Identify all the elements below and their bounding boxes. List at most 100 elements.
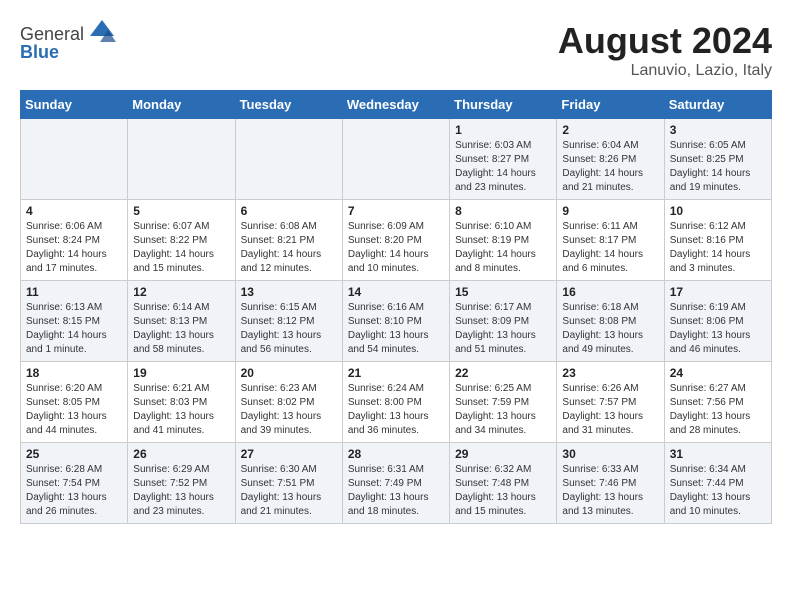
day-info: Sunrise: 6:15 AM Sunset: 8:12 PM Dayligh… — [241, 301, 337, 357]
month-year-title: August 2024 — [558, 20, 772, 62]
calendar-cell: 24 Sunrise: 6:27 AM Sunset: 7:56 PM Dayli… — [664, 362, 771, 443]
weekday-header-wednesday: Wednesday — [342, 91, 449, 119]
day-number: 14 — [348, 285, 444, 299]
weekday-header-monday: Monday — [128, 91, 235, 119]
calendar-cell: 6 Sunrise: 6:08 AM Sunset: 8:21 PM Daylig… — [235, 200, 342, 281]
calendar-cell: 13 Sunrise: 6:15 AM Sunset: 8:12 PM Dayli… — [235, 281, 342, 362]
day-info: Sunrise: 6:21 AM Sunset: 8:03 PM Dayligh… — [133, 382, 229, 438]
calendar-cell: 11 Sunrise: 6:13 AM Sunset: 8:15 PM Dayli… — [21, 281, 128, 362]
day-number: 20 — [241, 366, 337, 380]
day-number: 27 — [241, 447, 337, 461]
day-info: Sunrise: 6:30 AM Sunset: 7:51 PM Dayligh… — [241, 463, 337, 519]
day-number: 30 — [562, 447, 658, 461]
day-number: 1 — [455, 123, 551, 137]
calendar-cell: 3 Sunrise: 6:05 AM Sunset: 8:25 PM Daylig… — [664, 119, 771, 200]
calendar-cell — [21, 119, 128, 200]
calendar-cell: 21Sunrise: 6:24 AM Sunset: 8:00 PM Dayli… — [342, 362, 449, 443]
day-number: 11 — [26, 285, 122, 299]
day-number: 3 — [670, 123, 766, 137]
day-number: 23 — [562, 366, 658, 380]
day-number: 10 — [670, 204, 766, 218]
day-info: Sunrise: 6:19 AM Sunset: 8:06 PM Dayligh… — [670, 301, 766, 357]
day-info: Sunrise: 6:28 AM Sunset: 7:54 PM Dayligh… — [26, 463, 122, 519]
day-info: Sunrise: 6:07 AM Sunset: 8:22 PM Dayligh… — [133, 220, 229, 276]
day-number: 8 — [455, 204, 551, 218]
calendar-cell: 20 Sunrise: 6:23 AM Sunset: 8:02 PM Dayli… — [235, 362, 342, 443]
calendar-cell: 31Sunrise: 6:34 AM Sunset: 7:44 PM Dayli… — [664, 443, 771, 524]
day-number: 18 — [26, 366, 122, 380]
calendar-cell: 19Sunrise: 6:21 AM Sunset: 8:03 PM Dayli… — [128, 362, 235, 443]
calendar-cell: 29 Sunrise: 6:32 AM Sunset: 7:48 PM Dayli… — [450, 443, 557, 524]
day-info: Sunrise: 6:05 AM Sunset: 8:25 PM Dayligh… — [670, 139, 766, 195]
day-info: Sunrise: 6:04 AM Sunset: 8:26 PM Dayligh… — [562, 139, 658, 195]
day-number: 2 — [562, 123, 658, 137]
day-info: Sunrise: 6:20 AM Sunset: 8:05 PM Dayligh… — [26, 382, 122, 438]
weekday-header-thursday: Thursday — [450, 91, 557, 119]
day-info: Sunrise: 6:33 AM Sunset: 7:46 PM Dayligh… — [562, 463, 658, 519]
calendar-cell — [128, 119, 235, 200]
calendar-cell: 2 Sunrise: 6:04 AM Sunset: 8:26 PM Daylig… — [557, 119, 664, 200]
logo: General Blue — [20, 20, 118, 63]
day-info: Sunrise: 6:03 AM Sunset: 8:27 PM Dayligh… — [455, 139, 551, 195]
day-info: Sunrise: 6:23 AM Sunset: 8:02 PM Dayligh… — [241, 382, 337, 438]
day-number: 12 — [133, 285, 229, 299]
day-number: 13 — [241, 285, 337, 299]
calendar-cell: 30 Sunrise: 6:33 AM Sunset: 7:46 PM Dayli… — [557, 443, 664, 524]
week-row-1: 1 Sunrise: 6:03 AM Sunset: 8:27 PM Daylig… — [21, 119, 772, 200]
calendar-cell: 16 Sunrise: 6:18 AM Sunset: 8:08 PM Dayli… — [557, 281, 664, 362]
week-row-5: 25 Sunrise: 6:28 AM Sunset: 7:54 PM Dayli… — [21, 443, 772, 524]
day-info: Sunrise: 6:17 AM Sunset: 8:09 PM Dayligh… — [455, 301, 551, 357]
day-info: Sunrise: 6:10 AM Sunset: 8:19 PM Dayligh… — [455, 220, 551, 276]
week-row-4: 18 Sunrise: 6:20 AM Sunset: 8:05 PM Dayli… — [21, 362, 772, 443]
day-info: Sunrise: 6:29 AM Sunset: 7:52 PM Dayligh… — [133, 463, 229, 519]
calendar-cell: 17 Sunrise: 6:19 AM Sunset: 8:06 PM Dayli… — [664, 281, 771, 362]
day-number: 24 — [670, 366, 766, 380]
calendar-cell — [235, 119, 342, 200]
day-number: 25 — [26, 447, 122, 461]
title-block: August 2024 Lanuvio, Lazio, Italy — [558, 20, 772, 80]
logo-blue-text: Blue — [20, 42, 59, 63]
day-info: Sunrise: 6:09 AM Sunset: 8:20 PM Dayligh… — [348, 220, 444, 276]
calendar-table: SundayMondayTuesdayWednesdayThursdayFrid… — [20, 90, 772, 524]
day-number: 17 — [670, 285, 766, 299]
calendar-cell: 23 Sunrise: 6:26 AM Sunset: 7:57 PM Dayli… — [557, 362, 664, 443]
day-info: Sunrise: 6:25 AM Sunset: 7:59 PM Dayligh… — [455, 382, 551, 438]
day-number: 29 — [455, 447, 551, 461]
day-info: Sunrise: 6:13 AM Sunset: 8:15 PM Dayligh… — [26, 301, 122, 357]
calendar-cell: 14 Sunrise: 6:16 AM Sunset: 8:10 PM Dayli… — [342, 281, 449, 362]
day-info: Sunrise: 6:24 AM Sunset: 8:00 PM Dayligh… — [348, 382, 444, 438]
day-number: 22 — [455, 366, 551, 380]
calendar-cell: 18 Sunrise: 6:20 AM Sunset: 8:05 PM Dayli… — [21, 362, 128, 443]
day-info: Sunrise: 6:06 AM Sunset: 8:24 PM Dayligh… — [26, 220, 122, 276]
week-row-3: 11 Sunrise: 6:13 AM Sunset: 8:15 PM Dayli… — [21, 281, 772, 362]
weekday-header-saturday: Saturday — [664, 91, 771, 119]
day-number: 9 — [562, 204, 658, 218]
day-info: Sunrise: 6:27 AM Sunset: 7:56 PM Dayligh… — [670, 382, 766, 438]
weekday-header-sunday: Sunday — [21, 91, 128, 119]
day-number: 26 — [133, 447, 229, 461]
day-info: Sunrise: 6:16 AM Sunset: 8:10 PM Dayligh… — [348, 301, 444, 357]
day-info: Sunrise: 6:26 AM Sunset: 7:57 PM Dayligh… — [562, 382, 658, 438]
day-info: Sunrise: 6:18 AM Sunset: 8:08 PM Dayligh… — [562, 301, 658, 357]
day-info: Sunrise: 6:12 AM Sunset: 8:16 PM Dayligh… — [670, 220, 766, 276]
location-subtitle: Lanuvio, Lazio, Italy — [558, 62, 772, 80]
day-number: 16 — [562, 285, 658, 299]
calendar-cell: 7 Sunrise: 6:09 AM Sunset: 8:20 PM Daylig… — [342, 200, 449, 281]
day-number: 7 — [348, 204, 444, 218]
day-number: 6 — [241, 204, 337, 218]
day-number: 31 — [670, 447, 766, 461]
weekday-header-row: SundayMondayTuesdayWednesdayThursdayFrid… — [21, 91, 772, 119]
calendar-cell: 8 Sunrise: 6:10 AM Sunset: 8:19 PM Daylig… — [450, 200, 557, 281]
calendar-cell — [342, 119, 449, 200]
day-info: Sunrise: 6:14 AM Sunset: 8:13 PM Dayligh… — [133, 301, 229, 357]
day-info: Sunrise: 6:32 AM Sunset: 7:48 PM Dayligh… — [455, 463, 551, 519]
calendar-cell: 25 Sunrise: 6:28 AM Sunset: 7:54 PM Dayli… — [21, 443, 128, 524]
page-header: General Blue August 2024 Lanuvio, Lazio,… — [20, 20, 772, 80]
calendar-cell: 22 Sunrise: 6:25 AM Sunset: 7:59 PM Dayli… — [450, 362, 557, 443]
calendar-cell: 10 Sunrise: 6:12 AM Sunset: 8:16 PM Dayli… — [664, 200, 771, 281]
calendar-cell: 4Sunrise: 6:06 AM Sunset: 8:24 PM Daylig… — [21, 200, 128, 281]
day-info: Sunrise: 6:31 AM Sunset: 7:49 PM Dayligh… — [348, 463, 444, 519]
logo-icon — [86, 16, 118, 48]
day-info: Sunrise: 6:08 AM Sunset: 8:21 PM Dayligh… — [241, 220, 337, 276]
calendar-cell: 9Sunrise: 6:11 AM Sunset: 8:17 PM Daylig… — [557, 200, 664, 281]
